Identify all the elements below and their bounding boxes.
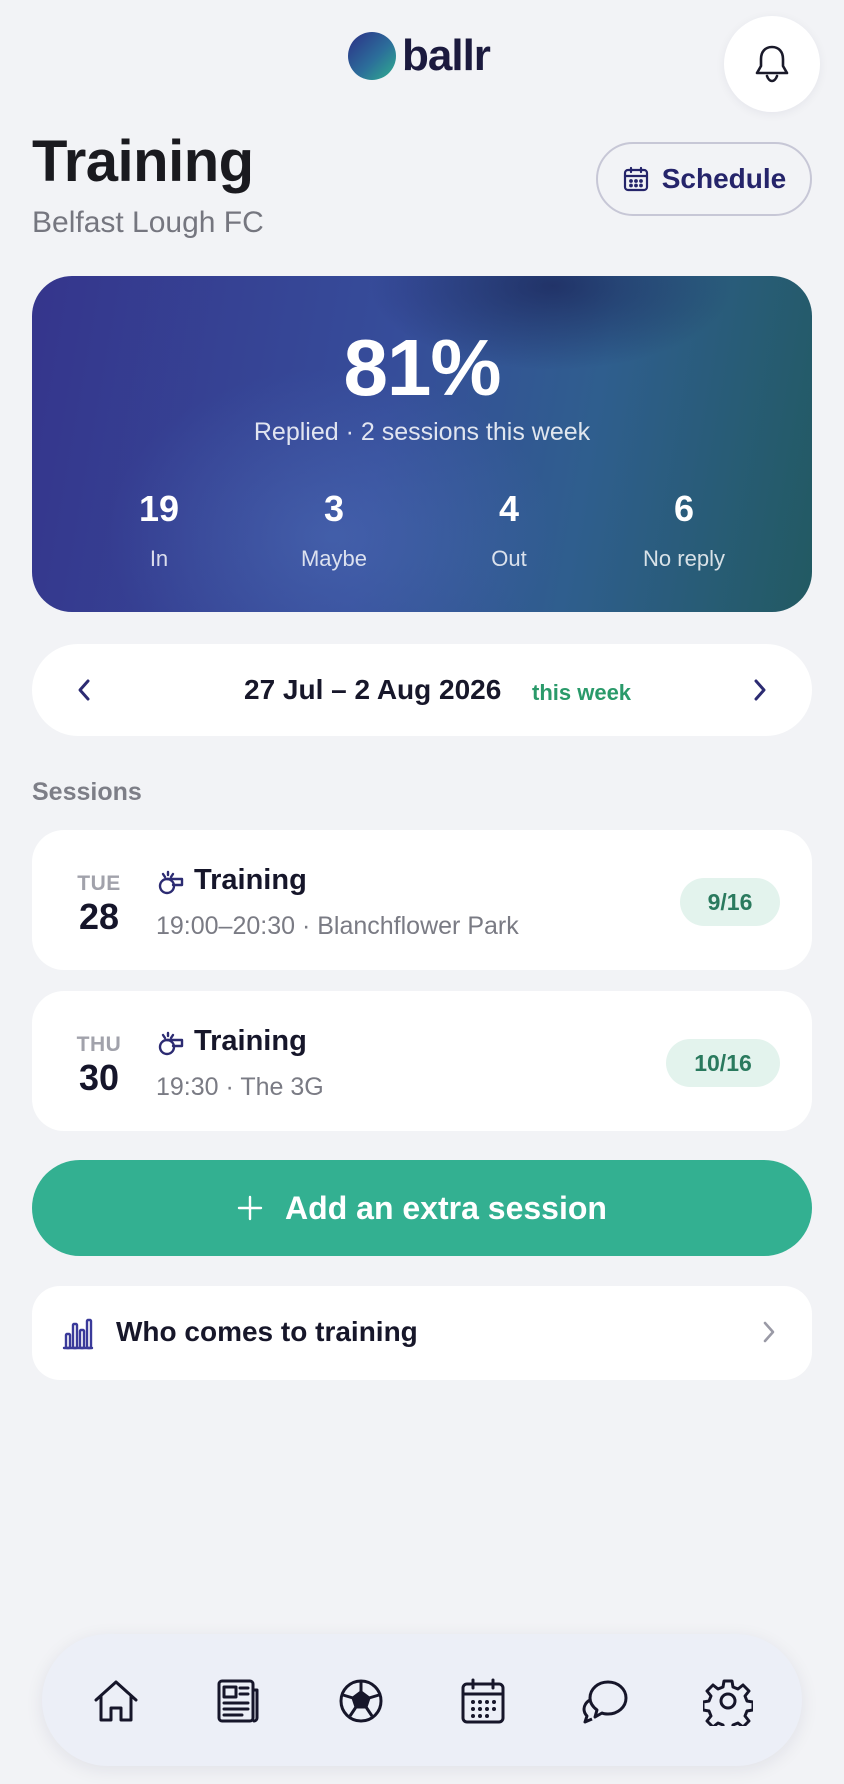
stat-out: 4 Out bbox=[429, 488, 589, 572]
stat-value: 3 bbox=[323, 488, 345, 529]
settings-icon bbox=[703, 1679, 753, 1726]
session-details: 19:00–20:30 · Blanchflower Park bbox=[156, 912, 519, 940]
add-extra-session-button[interactable]: Add an extra session bbox=[32, 1160, 812, 1256]
schedule-button[interactable]: Schedule bbox=[596, 142, 812, 216]
stat-label: In bbox=[149, 546, 169, 571]
nav-matches[interactable] bbox=[332, 1672, 390, 1730]
calendar-icon bbox=[623, 166, 648, 192]
session-title: Training bbox=[194, 864, 307, 896]
week-selector: 27 Jul – 2 Aug 2026 this week bbox=[32, 644, 812, 736]
session-weekday: TUE bbox=[77, 872, 121, 895]
session-card[interactable]: THU 30 Training 19:30 · The 3G 10/16 bbox=[32, 991, 812, 1131]
logo-mark bbox=[348, 32, 396, 80]
who-comes-to-training-link[interactable]: Who comes to training bbox=[32, 1286, 812, 1380]
session-details: 19:30 · The 3G bbox=[156, 1073, 324, 1101]
news-icon bbox=[217, 1679, 259, 1723]
reply-caption: Replied · 2 sessions this week bbox=[253, 418, 591, 446]
stat-label: Maybe bbox=[300, 546, 368, 571]
bell-icon bbox=[755, 45, 789, 83]
session-weekday: THU bbox=[76, 1033, 122, 1056]
stat-label: Out bbox=[491, 546, 527, 571]
attendance-summary-card: 81% Replied · 2 sessions this week 19 In… bbox=[32, 276, 812, 612]
stat-value: 19 bbox=[138, 488, 180, 529]
chevron-right-icon bbox=[754, 679, 766, 701]
schedule-label: Schedule bbox=[661, 163, 787, 194]
page-title: Training bbox=[32, 129, 254, 194]
home-icon bbox=[94, 1680, 138, 1722]
team-name: Belfast Lough FC bbox=[32, 206, 264, 239]
nav-calendar[interactable] bbox=[454, 1672, 512, 1730]
reply-percentage: 81% bbox=[343, 323, 501, 412]
stat-label: No reply bbox=[643, 546, 725, 571]
nav-settings[interactable] bbox=[699, 1672, 757, 1730]
stat-value: 6 bbox=[673, 488, 695, 529]
whistle-icon bbox=[158, 1031, 184, 1056]
football-icon bbox=[339, 1679, 383, 1723]
chat-icon bbox=[582, 1680, 628, 1724]
stat-value: 4 bbox=[498, 488, 520, 529]
stat-no-reply: 6 No reply bbox=[604, 488, 764, 572]
nav-home[interactable] bbox=[87, 1672, 145, 1730]
whistle-icon bbox=[158, 870, 184, 895]
bar-chart-icon bbox=[62, 1318, 94, 1350]
stat-maybe: 3 Maybe bbox=[254, 488, 414, 572]
previous-week-button[interactable] bbox=[60, 666, 108, 714]
attendance-badge: 10/16 bbox=[666, 1039, 780, 1087]
app-logo: ballr bbox=[348, 30, 491, 82]
add-session-label: Add an extra session bbox=[285, 1189, 607, 1226]
next-week-button[interactable] bbox=[736, 666, 784, 714]
who-comes-label: Who comes to training bbox=[116, 1316, 418, 1347]
this-week-tag: this week bbox=[532, 680, 632, 705]
nav-chat[interactable] bbox=[576, 1672, 634, 1730]
nav-news[interactable] bbox=[209, 1672, 267, 1730]
session-day: 30 bbox=[78, 1057, 120, 1098]
stat-in: 19 In bbox=[79, 488, 239, 572]
bottom-navigation bbox=[42, 1634, 802, 1766]
attendance-badge: 9/16 bbox=[680, 878, 780, 926]
session-card[interactable]: TUE 28 Training 19:00–20:30 · Blanchflow… bbox=[32, 830, 812, 970]
plus-icon bbox=[237, 1195, 263, 1221]
session-day: 28 bbox=[78, 896, 120, 937]
logo-text: ballr bbox=[402, 31, 491, 80]
session-title: Training bbox=[194, 1025, 307, 1057]
sessions-heading: Sessions bbox=[32, 778, 142, 806]
chevron-left-icon bbox=[78, 679, 90, 701]
week-range: 27 Jul – 2 Aug 2026 bbox=[244, 674, 502, 705]
notifications-button[interactable] bbox=[724, 16, 820, 112]
chevron-right-icon bbox=[763, 1321, 775, 1343]
calendar-icon bbox=[461, 1678, 505, 1724]
